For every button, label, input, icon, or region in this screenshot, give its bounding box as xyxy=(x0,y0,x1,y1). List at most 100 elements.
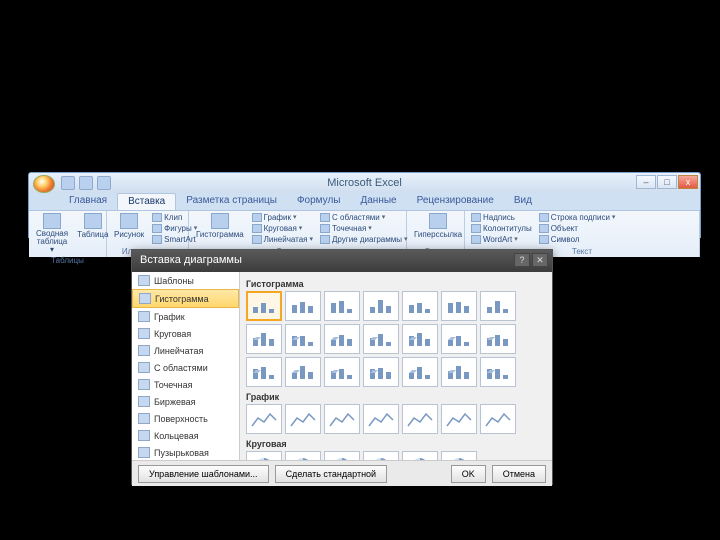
ribbon-tab[interactable]: Вставка xyxy=(117,193,176,210)
chart-thumb[interactable] xyxy=(285,451,321,460)
pie-chart-icon xyxy=(138,328,150,339)
dialog-close-button[interactable]: ✕ xyxy=(532,253,548,267)
histogram-button[interactable]: Гистограмма xyxy=(193,212,247,240)
sidebar-item[interactable]: С областями xyxy=(132,359,239,376)
chart-thumb[interactable] xyxy=(324,357,360,387)
office-button[interactable] xyxy=(33,175,55,193)
close-button[interactable]: x xyxy=(678,175,698,189)
sidebar-item[interactable]: Гистограмма xyxy=(132,289,239,308)
ok-button[interactable]: OK xyxy=(451,465,486,483)
chart-thumb[interactable] xyxy=(441,291,477,321)
pie-chart-button[interactable]: Круговая xyxy=(250,223,315,234)
chart-thumb[interactable] xyxy=(363,357,399,387)
picture-button[interactable]: Рисунок xyxy=(111,212,147,240)
ribbon-tab[interactable]: Разметка страницы xyxy=(176,193,287,210)
redo-icon[interactable] xyxy=(97,176,111,190)
maximize-button[interactable]: □ xyxy=(657,175,677,189)
chart-thumb[interactable] xyxy=(441,451,477,460)
textbox-button[interactable]: Надпись xyxy=(469,212,534,223)
sidebar-item[interactable]: Точечная xyxy=(132,376,239,393)
symbol-icon xyxy=(539,235,549,244)
cancel-button[interactable]: Отмена xyxy=(492,465,546,483)
chart-thumb[interactable] xyxy=(246,451,282,460)
hyperlink-icon xyxy=(429,213,447,229)
area-chart-button[interactable]: С областями xyxy=(318,212,410,223)
table-icon xyxy=(84,213,102,229)
chart-thumb[interactable] xyxy=(285,291,321,321)
ribbon-tab[interactable]: Данные xyxy=(350,193,406,210)
ribbon-tab[interactable]: Рецензирование xyxy=(407,193,504,210)
scatter-chart-button[interactable]: Точечная xyxy=(318,223,410,234)
chart-thumb[interactable] xyxy=(246,324,282,354)
chart-thumb[interactable] xyxy=(285,357,321,387)
chart-thumb[interactable] xyxy=(363,291,399,321)
chart-thumb[interactable] xyxy=(285,324,321,354)
chart-thumb[interactable] xyxy=(480,357,516,387)
sidebar-item[interactable]: Пузырьковая xyxy=(132,444,239,460)
line-chart-icon xyxy=(138,311,150,322)
bar-chart-button[interactable]: Линейчатая xyxy=(250,234,315,245)
sidebar-item[interactable]: Биржевая xyxy=(132,393,239,410)
sidebar-item[interactable]: Кольцевая xyxy=(132,427,239,444)
gallery-category-label: Гистограмма xyxy=(246,276,546,291)
chart-thumb[interactable] xyxy=(480,404,516,434)
bubble-chart-icon xyxy=(138,447,150,458)
save-icon[interactable] xyxy=(61,176,75,190)
area-chart-icon xyxy=(138,362,150,373)
hyperlink-button[interactable]: Гиперссылка xyxy=(411,212,465,240)
quick-access-toolbar xyxy=(61,176,111,190)
manage-templates-button[interactable]: Управление шаблонами... xyxy=(138,465,269,483)
chart-thumb[interactable] xyxy=(402,404,438,434)
chart-thumb[interactable] xyxy=(363,451,399,460)
chart-thumb[interactable] xyxy=(441,404,477,434)
chart-thumb[interactable] xyxy=(246,291,282,321)
dialog-titlebar: Вставка диаграммы ? ✕ xyxy=(132,250,552,272)
chart-thumb[interactable] xyxy=(285,404,321,434)
line-chart-button[interactable]: График xyxy=(250,212,315,223)
sidebar-item[interactable]: График xyxy=(132,308,239,325)
table-button[interactable]: Таблица xyxy=(74,212,111,240)
chart-thumb[interactable] xyxy=(324,324,360,354)
scatter-chart-icon xyxy=(320,224,330,233)
chart-thumb[interactable] xyxy=(402,357,438,387)
picture-icon xyxy=(120,213,138,229)
sidebar-item[interactable]: Круговая xyxy=(132,325,239,342)
sidebar-item[interactable]: Поверхность xyxy=(132,410,239,427)
chart-thumb[interactable] xyxy=(363,404,399,434)
wordart-button[interactable]: WordArt xyxy=(469,234,534,245)
chart-thumb[interactable] xyxy=(324,451,360,460)
other-charts-button[interactable]: Другие диаграммы xyxy=(318,234,410,245)
gallery-category-label: Круговая xyxy=(246,436,546,451)
chart-thumb[interactable] xyxy=(402,324,438,354)
area-chart-icon xyxy=(320,213,330,222)
ribbon-tab[interactable]: Формулы xyxy=(287,193,351,210)
chart-thumb[interactable] xyxy=(441,357,477,387)
dialog-help-button[interactable]: ? xyxy=(514,253,530,267)
ribbon-tab[interactable]: Вид xyxy=(504,193,542,210)
chart-thumb[interactable] xyxy=(246,404,282,434)
chart-thumb[interactable] xyxy=(246,357,282,387)
object-button[interactable]: Объект xyxy=(537,223,618,234)
set-default-button[interactable]: Сделать стандартной xyxy=(275,465,388,483)
ribbon-tab[interactable]: Главная xyxy=(59,193,117,210)
symbol-button[interactable]: Символ xyxy=(537,234,618,245)
sidebar-item-label: С областями xyxy=(154,363,208,373)
sidebar-item[interactable]: Шаблоны xyxy=(132,272,239,289)
chart-thumb[interactable] xyxy=(324,291,360,321)
chart-thumb[interactable] xyxy=(324,404,360,434)
signature-line-button[interactable]: Строка подписи xyxy=(537,212,618,223)
chart-thumb[interactable] xyxy=(402,451,438,460)
chart-thumb[interactable] xyxy=(480,291,516,321)
chart-thumb[interactable] xyxy=(363,324,399,354)
titlebar: Microsoft Excel – □ x xyxy=(29,173,700,193)
header-footer-button[interactable]: Колонтитулы xyxy=(469,223,534,234)
textbox-icon xyxy=(471,213,481,222)
chart-thumb[interactable] xyxy=(402,291,438,321)
chart-thumb[interactable] xyxy=(441,324,477,354)
chart-thumb[interactable] xyxy=(480,324,516,354)
pivot-table-button[interactable]: Сводная таблица ▾ xyxy=(33,212,71,255)
undo-icon[interactable] xyxy=(79,176,93,190)
sidebar-item[interactable]: Линейчатая xyxy=(132,342,239,359)
minimize-button[interactable]: – xyxy=(636,175,656,189)
sidebar-item-label: Пузырьковая xyxy=(154,448,209,458)
